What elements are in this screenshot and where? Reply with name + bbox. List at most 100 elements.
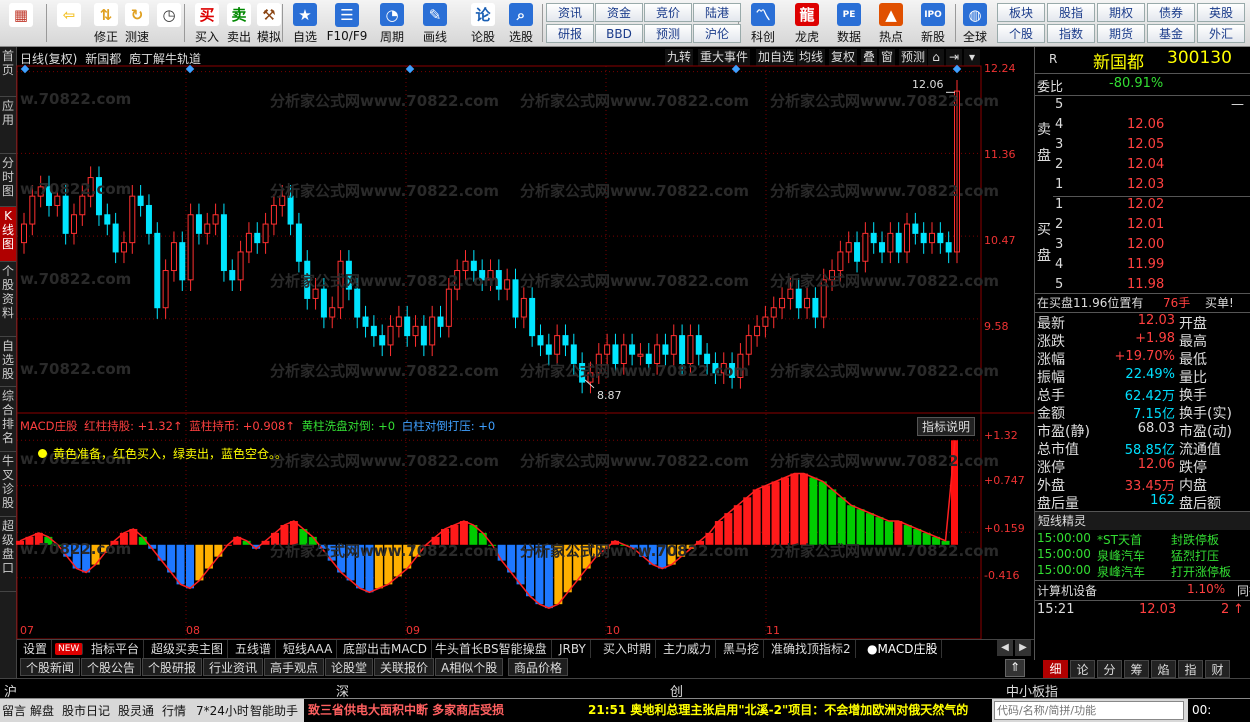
stat-row: 盘后量 162 盘后额 <box>1035 493 1250 512</box>
stat-value: 68.03 <box>1137 421 1175 436</box>
ask-row[interactable]: 5— <box>1035 97 1250 115</box>
candle <box>695 335 702 355</box>
candle <box>70 214 77 234</box>
indicator-tab-0[interactable]: 设置 <box>19 640 53 658</box>
quote-bottom-tab-5[interactable]: 指 <box>1178 660 1203 678</box>
candle <box>629 344 636 355</box>
quote-bottom-tab-3[interactable]: 筹 <box>1124 660 1149 678</box>
news-tab-5[interactable]: 论股堂 <box>325 658 374 676</box>
quote-bottom-tab-0[interactable]: 细 <box>1043 660 1068 678</box>
status-item-1[interactable]: 解盘 <box>30 702 54 719</box>
tick-row: 15:21 12.03 2 ↑ <box>1035 602 1250 620</box>
news-tab-7[interactable]: A相似个股 <box>435 658 504 676</box>
ask-row[interactable]: 1 12.03 <box>1035 177 1250 195</box>
scroll-up-button[interactable]: ⇑ <box>1005 659 1025 677</box>
weibi-label: 委比 <box>1037 80 1064 95</box>
wizard-title[interactable]: 短线精灵 <box>1035 512 1250 530</box>
indicator-tab-12[interactable]: 准确找顶指标2 <box>767 640 856 658</box>
macd-red: 红柱持股: +1.32↑ <box>84 419 183 433</box>
indicator-tab-6[interactable]: 底部出击MACD <box>339 640 432 658</box>
candle <box>412 325 419 337</box>
tick-vol: 2 <box>1221 602 1230 617</box>
news-tab-0[interactable]: 个股新闻 <box>20 658 81 676</box>
macd-bar <box>781 477 789 545</box>
ask-row[interactable]: 3 12.05 <box>1035 137 1250 155</box>
news-ticker-1[interactable]: 致三省供电大面积中断 多家商店受损 <box>304 699 584 722</box>
wizard-event: 猛烈打压 <box>1171 549 1220 563</box>
quote-bottom-tab-4[interactable]: 焰 <box>1151 660 1176 678</box>
stat-value: 162 <box>1150 493 1175 508</box>
news-tab-6[interactable]: 关联报价 <box>374 658 435 676</box>
candle <box>262 223 269 244</box>
candle <box>837 251 844 272</box>
sector-tail: 同行 <box>1237 584 1250 598</box>
status-item-0[interactable]: 留言 <box>2 702 26 719</box>
candle <box>120 242 127 253</box>
bid-row[interactable]: 4 11.99 <box>1035 257 1250 275</box>
ask-row[interactable]: 4 12.06 <box>1035 117 1250 135</box>
indicator-tab-9[interactable]: 买入时期 <box>599 640 657 658</box>
stat-label-2: 量比 <box>1179 370 1207 386</box>
ask-volume: — <box>1231 97 1244 112</box>
sector-row[interactable]: 计算机设备 1.10% 同行 <box>1035 582 1250 600</box>
macd-tick-3: +0.159 <box>984 522 1025 535</box>
search-input[interactable] <box>994 701 1184 720</box>
ask-price: 12.03 <box>1127 177 1165 192</box>
news-tab-3[interactable]: 行业资讯 <box>203 658 264 676</box>
macd-name[interactable]: MACD庄股 <box>20 419 77 433</box>
news-tab-2[interactable]: 个股研报 <box>142 658 203 676</box>
indicator-tab-11[interactable]: 黑马挖 <box>719 640 765 658</box>
candle <box>187 214 194 281</box>
watermark-text: 分析家公式网www.70822.com <box>270 542 500 560</box>
indicator-tab-8[interactable]: JRBY <box>555 640 591 658</box>
indicator-tab-7[interactable]: 牛头首长BS智能操盘 <box>431 640 552 658</box>
candle <box>862 232 869 262</box>
indicator-explain-button[interactable]: 指标说明 <box>917 417 976 436</box>
bid-row[interactable]: 3 12.00 <box>1035 237 1250 255</box>
indicator-tab-1[interactable]: NEW <box>55 643 84 655</box>
price-tick-4: 9.58 <box>984 320 1009 333</box>
candle <box>870 232 877 244</box>
stat-row: 涨幅 +19.70% 最低 <box>1035 349 1250 368</box>
indicator-tab-10[interactable]: 主力威力 <box>659 640 717 658</box>
indicator-tab-5[interactable]: 短线AAA <box>279 640 338 658</box>
status-item-4[interactable]: 行情 <box>162 702 186 719</box>
sector-name: 计算机设备 <box>1037 584 1098 598</box>
bid-row[interactable]: 2 12.01 <box>1035 217 1250 235</box>
candle <box>154 232 161 309</box>
news-tab-4[interactable]: 高手观点 <box>264 658 325 676</box>
status-item-5[interactable]: 7*24小时 <box>196 702 249 719</box>
bid-price: 12.01 <box>1127 217 1165 232</box>
status-item-6[interactable]: 智能助手 <box>250 702 298 719</box>
watermark-text: 分析家公式网www.70822.com <box>270 92 500 110</box>
quote-bottom-tab-1[interactable]: 论 <box>1070 660 1095 678</box>
status-item-2[interactable]: 股市日记 <box>62 702 110 719</box>
quote-bottom-tab-2[interactable]: 分 <box>1097 660 1122 678</box>
candle <box>387 325 394 346</box>
news-tab-8[interactable]: 商品价格 <box>508 658 569 676</box>
status-item-3[interactable]: 股灵通 <box>118 702 154 719</box>
stat-row: 涨停 12.06 跌停 <box>1035 457 1250 476</box>
scroll-left-icon[interactable]: ◀ <box>997 640 1013 656</box>
indicator-tab-13[interactable]: ●MACD庄股 <box>863 640 943 658</box>
macd-bar <box>847 505 856 545</box>
scroll-right-icon[interactable]: ▶ <box>1015 640 1031 656</box>
indicator-tab-2[interactable]: 指标平台 <box>87 640 145 658</box>
candle <box>237 251 244 281</box>
stat-value: 12.03 <box>1137 313 1175 328</box>
candle <box>329 307 336 318</box>
indicator-tab-3[interactable]: 超级买卖主图 <box>147 640 229 658</box>
notice-action: 买单! <box>1205 296 1234 310</box>
divider <box>1035 73 1250 74</box>
news-ticker-2[interactable]: 21:51 奥地利总理主张启用"北溪-2"项目：不会增加欧洲对俄天然气的 <box>584 699 992 722</box>
bid-row[interactable]: 1 12.02 <box>1035 197 1250 215</box>
ask-row[interactable]: 2 12.04 <box>1035 157 1250 175</box>
watermark-text: w.70822.com <box>20 90 132 108</box>
price-tick-2: 11.36 <box>984 148 1016 161</box>
date-tick-1: 07 <box>20 624 34 637</box>
news-tab-1[interactable]: 个股公告 <box>81 658 142 676</box>
stat-value: +19.70% <box>1114 349 1175 364</box>
indicator-tab-4[interactable]: 五线谱 <box>231 640 277 658</box>
wizard-row[interactable]: 15:00:00 泉峰汽车 打开涨停板 <box>1035 563 1250 581</box>
quote-bottom-tab-6[interactable]: 财 <box>1205 660 1230 678</box>
